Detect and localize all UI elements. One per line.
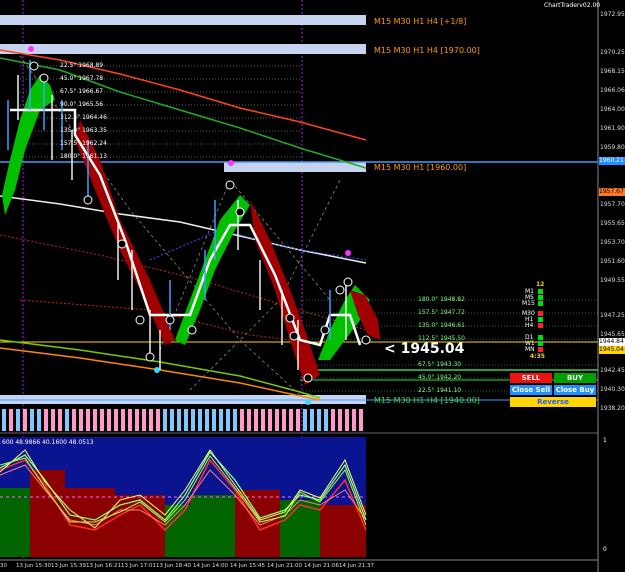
price-flag-blue: 1960.21 — [599, 157, 625, 165]
time-tick: 13 Jun 17:01 — [121, 563, 156, 569]
signal-dot — [538, 295, 543, 300]
fib-label: 22.5° 1941.10 — [418, 387, 462, 394]
price-tick: 1942.45 — [600, 367, 625, 374]
indicator-scale-bottom: 0 — [603, 546, 607, 553]
indicator-scale-top: 1 — [603, 437, 607, 444]
fib-label: 157.5° 1947.72 — [418, 309, 465, 316]
close-sell-button[interactable]: Close Sell — [510, 385, 552, 395]
tf-label: H4 — [525, 322, 534, 329]
signal-dot — [538, 341, 543, 346]
chart-window[interactable]: ChartTraderv02.00 1972.95 1970.25 1968.1… — [0, 0, 625, 572]
close-buy-button[interactable]: Close Buy — [554, 385, 596, 395]
price-tick: 1957.70 — [600, 201, 625, 208]
fib-label: 45.0° 1967.78 — [60, 75, 104, 82]
price-tick: 1953.70 — [600, 239, 625, 246]
signal-counter: 12 — [536, 281, 545, 288]
time-tick: 14 Jun 14:00 — [193, 563, 228, 569]
price-tick: 1964.00 — [600, 106, 625, 113]
price-tick: 1972.95 — [600, 11, 625, 18]
fib-label: 90.0° 1965.56 — [60, 101, 104, 108]
price-tick: 1966.06 — [600, 87, 625, 94]
price-tick: 1955.65 — [600, 220, 625, 227]
zone-label: M15 M30 H1 H4 [+1/8] — [374, 17, 467, 26]
tf-label: M15 — [522, 300, 535, 307]
zone-label: M15 M30 H1 H4 [1940.00] — [374, 396, 480, 405]
price-tick: 1947.25 — [600, 312, 625, 319]
price-tick: 1940.30 — [600, 386, 625, 393]
reverse-button[interactable]: Reverse — [510, 397, 596, 407]
fib-label: 67.5° 1966.67 — [60, 88, 104, 95]
fib-label: 45.0° 1942.20 — [418, 374, 462, 381]
price-tick: 1938.20 — [600, 405, 625, 412]
signal-dot — [538, 289, 543, 294]
time-tick: 14 Jun 21:00 — [267, 563, 302, 569]
price-flag-bid: 1944.84 — [599, 338, 625, 346]
fib-label: 135.0° 1946.61 — [418, 322, 465, 329]
price-tick: 1951.60 — [600, 258, 625, 265]
current-price-marker: < 1945.04 — [384, 341, 464, 357]
left-arrow-icon: < — [384, 341, 396, 357]
fib-label: 180.0° 1961.13 — [60, 153, 107, 160]
time-tick: 14 Jun 15:45 — [230, 563, 265, 569]
fib-label: 180.0° 1948.82 — [418, 296, 465, 303]
price-tick: 1968.15 — [600, 68, 625, 75]
current-price-value: 1945.04 — [400, 341, 465, 357]
signal-dot — [538, 323, 543, 328]
time-tick: 14 Jun 21:37 — [339, 563, 374, 569]
indicator-header: 600 48.9866 40.1600 48.0513 — [2, 439, 94, 446]
price-tick: 1961.90 — [600, 125, 625, 132]
time-tick: 30 — [0, 563, 7, 569]
time-tick: 13 Jun 15:39 — [51, 563, 86, 569]
sell-button[interactable]: SELL — [510, 373, 552, 383]
signal-dot — [538, 301, 543, 306]
price-tick: 1959.80 — [600, 144, 625, 151]
fib-label: 22.5° 1968.89 — [60, 62, 104, 69]
fib-label: 157.5° 1962.24 — [60, 140, 107, 147]
brand-label: ChartTraderv02.00 — [544, 2, 601, 9]
price-flag-orange: 1957.67 — [599, 188, 625, 196]
time-tick: 13 Jun 16:21 — [86, 563, 121, 569]
price-tick: 1949.55 — [600, 277, 625, 284]
price-tick: 1970.25 — [600, 49, 625, 56]
signal-dot — [538, 335, 543, 340]
zone-label: M15 M30 H1 [1960.00] — [374, 163, 467, 172]
candle-timer: 4:35 — [530, 353, 545, 360]
fib-label: 112.5° 1964.46 — [60, 114, 107, 121]
fib-label: 67.5° 1943.30 — [418, 361, 462, 368]
zone-label: M15 M30 H1 H4 [1970.00] — [374, 46, 480, 55]
buy-button[interactable]: BUY — [554, 373, 596, 383]
tf-label: MN — [525, 346, 535, 353]
signal-dot — [538, 311, 543, 316]
price-tick: 1945.65 — [600, 331, 625, 338]
fib-label: 135.0° 1963.35 — [60, 127, 107, 134]
price-flag-ask: 1945.04 — [599, 346, 625, 354]
price-chart-canvas[interactable] — [0, 0, 625, 572]
signal-dot — [538, 317, 543, 322]
time-tick: 13 Jun 15:30 — [16, 563, 51, 569]
indicator-panel — [0, 437, 367, 557]
signal-dot — [538, 347, 543, 352]
time-tick: 13 Jun 18:40 — [156, 563, 191, 569]
time-tick: 14 Jun 21:06 — [304, 563, 339, 569]
